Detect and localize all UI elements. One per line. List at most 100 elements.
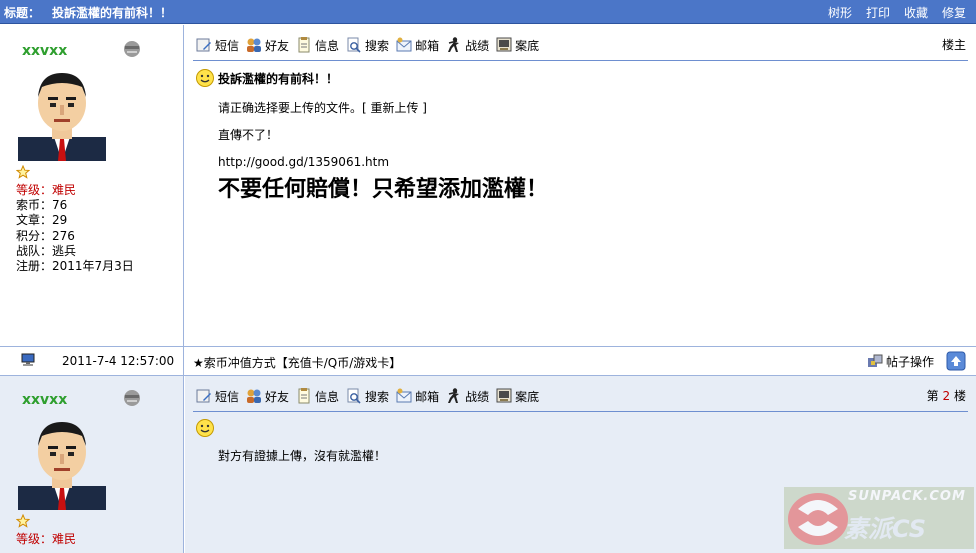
toolbar-info[interactable]: 信息	[295, 387, 339, 405]
friends-icon	[247, 38, 262, 52]
post-1: xxvxx 等级：难民 索币：76 文章：29 积分：276 战队：逃兵 注册：…	[0, 25, 976, 346]
site-watermark: SUNPACK.COM 素派CS	[784, 487, 974, 549]
floor-prefix: 第	[926, 389, 939, 403]
toolbar-label: 短信	[215, 38, 240, 53]
user-toolbar: 短信 好友 信息 搜索 邮箱 战绩 案底	[195, 387, 539, 405]
toolbar-label: 好友	[265, 389, 290, 404]
user-registered: 注册：2011年7月3日	[16, 259, 134, 274]
soldier-icon	[448, 388, 460, 403]
toolbar-label: 战绩	[465, 38, 490, 53]
body-line: 對方有證據上傳，沒有就濫權！	[218, 449, 387, 463]
message-icon	[196, 389, 211, 403]
toolbar-mail[interactable]: 邮箱	[395, 36, 439, 54]
toolbar-info[interactable]: 信息	[295, 36, 339, 54]
toolbar-record[interactable]: 战绩	[445, 36, 489, 54]
repair-link[interactable]: 修复	[942, 4, 966, 21]
recharge-ad-link[interactable]: ★索币冲值方式【充值卡/Q币/游戏卡】	[193, 354, 401, 371]
toolbar-friends[interactable]: 好友	[245, 36, 289, 54]
friends-icon	[247, 389, 262, 403]
tools-icon	[867, 354, 883, 367]
toolbar-message[interactable]: 短信	[195, 387, 239, 405]
computer-icon	[21, 353, 35, 366]
smiley-icon	[196, 419, 214, 437]
post-operations-label: 帖子操作	[885, 354, 934, 369]
toolbar-search[interactable]: 搜索	[345, 387, 389, 405]
search-icon	[347, 37, 361, 53]
thread-actions: 树形 打印 收藏 修复	[828, 4, 966, 21]
post-content: 短信 好友 信息 搜索 邮箱 战绩	[185, 25, 976, 346]
mail-icon	[396, 37, 412, 52]
toolbar-friends[interactable]: 好友	[245, 387, 289, 405]
star-rank-icon	[16, 165, 30, 179]
toolbar-record[interactable]: 战绩	[445, 387, 489, 405]
tree-view-link[interactable]: 树形	[828, 4, 852, 21]
user-info: 等级：难民	[16, 532, 76, 547]
thread-title-bar: 标题： 投訴濫權的有前科！！ 树形 打印 收藏 修复	[0, 0, 976, 24]
floor-label: 第 2 楼	[927, 387, 966, 404]
favorite-link[interactable]: 收藏	[904, 4, 928, 21]
search-icon	[347, 388, 361, 404]
user-toolbar: 短信 好友 信息 搜索 邮箱 战绩 案底	[195, 36, 539, 54]
toolbar-label: 案底	[515, 389, 540, 404]
footer-meta: 2011-7-4 12:57:00	[0, 347, 184, 375]
toolbar-label: 搜索	[365, 389, 390, 404]
info-icon	[298, 388, 310, 404]
back-to-top-icon[interactable]	[946, 351, 966, 371]
toolbar-label: 邮箱	[415, 38, 440, 53]
mail-icon	[396, 388, 412, 403]
print-link[interactable]: 打印	[866, 4, 890, 21]
toolbar-label: 短信	[215, 389, 240, 404]
toolbar-label: 邮箱	[415, 389, 440, 404]
post-body: 對方有證據上傳，沒有就濫權！	[218, 449, 386, 476]
floor-number: 2	[942, 389, 951, 403]
soldier-icon	[448, 37, 460, 52]
username[interactable]: xxvxx	[22, 392, 67, 408]
user-sidebar: xxvxx 等级：难民	[0, 376, 184, 553]
user-team: 战队：逃兵	[16, 243, 77, 258]
user-level: 等级：难民	[16, 183, 77, 197]
floor-suffix: 楼	[953, 389, 966, 403]
toolbar-label: 案底	[515, 38, 540, 53]
floor-label: 楼主	[941, 38, 966, 52]
offline-status-icon	[124, 41, 140, 57]
post-date: 2011-7-4 12:57:00	[62, 354, 175, 368]
smiley-icon	[196, 69, 214, 87]
post-title: 投訴濫權的有前科！！	[195, 68, 338, 88]
record-icon	[496, 37, 512, 52]
user-sidebar: xxvxx 等级：难民 索币：76 文章：29 积分：276 战队：逃兵 注册：…	[0, 25, 184, 346]
toolbar-case[interactable]: 案底	[495, 36, 539, 54]
title-label: 标题：	[4, 6, 41, 20]
post-footer: 2011-7-4 12:57:00 ★索币冲值方式【充值卡/Q币/游戏卡】 帖子…	[0, 346, 976, 376]
user-info: 等级：难民 索币：76 文章：29 积分：276 战队：逃兵 注册：2011年7…	[16, 183, 134, 274]
toolbar-mail[interactable]: 邮箱	[395, 387, 439, 405]
watermark-text: SUNPACK.COM	[848, 489, 966, 504]
record-icon	[496, 388, 512, 403]
post-title-text: 投訴濫權的有前科！！	[218, 71, 339, 86]
upload-notice: 请正确选择要上传的文件。[ 重新上传 ]	[218, 101, 427, 115]
user-coins: 索币：76	[16, 198, 68, 213]
username[interactable]: xxvxx	[22, 43, 67, 59]
divider	[193, 60, 968, 61]
toolbar-case[interactable]: 案底	[495, 387, 539, 405]
thread-title: 投訴濫權的有前科！！	[52, 6, 173, 20]
user-level: 等级：难民	[16, 532, 77, 546]
toolbar-label: 战绩	[465, 389, 490, 404]
post-body: 请正确选择要上传的文件。[ 重新上传 ] 直傳不了！ http://good.g…	[218, 101, 548, 209]
post-operations-button[interactable]: 帖子操作	[866, 352, 934, 370]
toolbar-label: 信息	[315, 389, 340, 404]
offline-status-icon	[124, 390, 140, 406]
body-link[interactable]: http://good.gd/1359061.htm	[218, 155, 548, 170]
body-big-text: 不要任何賠償！只希望添加濫權！	[218, 176, 549, 202]
toolbar-label: 搜索	[365, 38, 390, 53]
toolbar-message[interactable]: 短信	[195, 36, 239, 54]
toolbar-label: 信息	[315, 38, 340, 53]
avatar	[18, 73, 106, 161]
avatar	[18, 422, 106, 510]
message-icon	[196, 38, 211, 52]
toolbar-search[interactable]: 搜索	[345, 36, 389, 54]
watermark-cn: 素派CS	[844, 515, 927, 543]
toolbar-label: 好友	[265, 38, 290, 53]
user-points: 积分：276	[16, 228, 75, 243]
info-icon	[298, 37, 310, 53]
user-posts: 文章：29	[16, 213, 68, 228]
